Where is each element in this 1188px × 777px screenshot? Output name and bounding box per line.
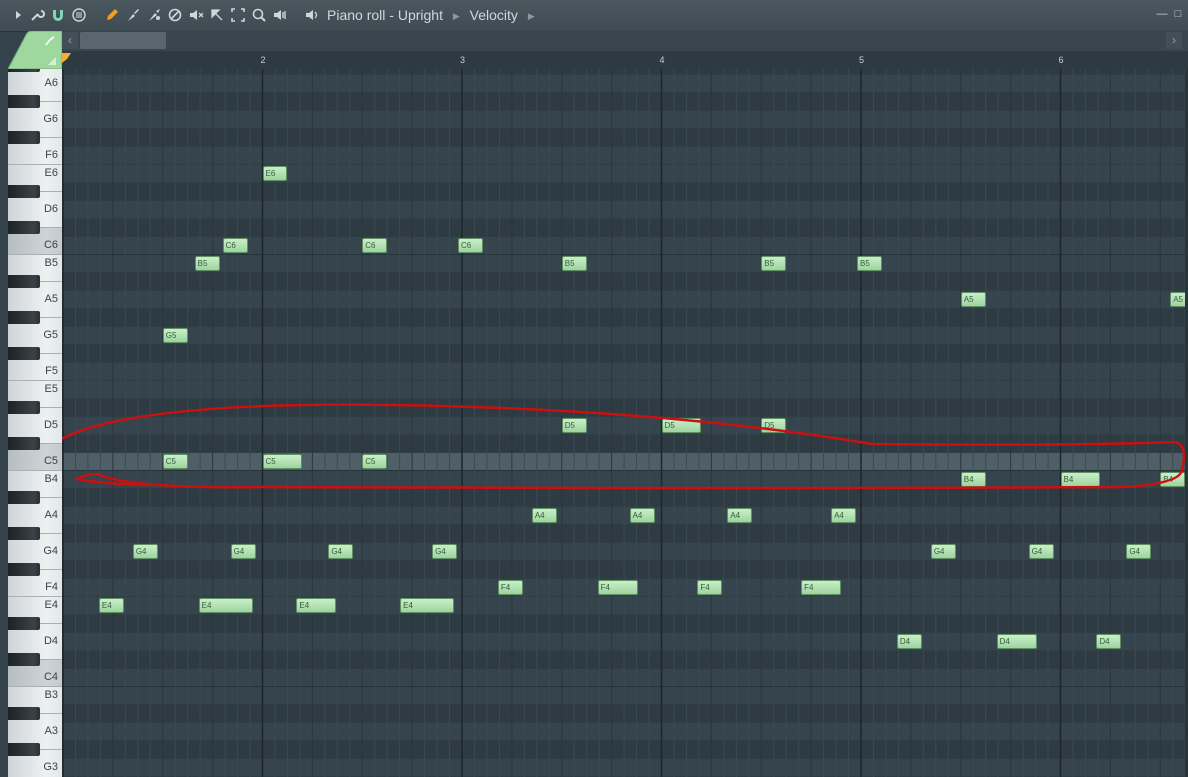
bar-number: 5 <box>859 55 865 65</box>
playhead-marker-icon[interactable] <box>62 53 74 65</box>
black-key[interactable] <box>8 707 40 720</box>
key-label: C4 <box>43 671 58 683</box>
black-key[interactable] <box>8 617 40 630</box>
key-label: E4 <box>44 599 58 611</box>
menu-arrow-icon[interactable] <box>10 7 26 23</box>
black-key[interactable] <box>8 95 40 108</box>
key-label: F6 <box>45 149 58 161</box>
speaker-icon[interactable] <box>304 7 320 23</box>
black-key[interactable] <box>8 743 40 756</box>
time-ruler[interactable]: 2 3 4 5 6 <box>62 51 1188 70</box>
black-key[interactable] <box>8 311 40 324</box>
key-label: E6 <box>44 167 58 179</box>
delete-icon[interactable] <box>167 7 183 23</box>
key-label: C6 <box>43 239 58 251</box>
note-grid[interactable]: E6 C6 C6 C6 B5 B5 B5 B5 A5 A5 G5 D5 D5 D5 C5 C5 C5 B4 B4 B4… <box>62 69 1188 777</box>
zoom-icon[interactable] <box>251 7 267 23</box>
key-label: G5 <box>43 329 58 341</box>
key-label: A5 <box>44 293 58 305</box>
key-label: F5 <box>45 365 58 377</box>
piano-roll-tab[interactable] <box>8 31 62 69</box>
piano-roll-title[interactable]: Piano roll - Upright ▶ Velocity ▶ <box>327 7 541 23</box>
wrench-icon[interactable] <box>29 7 45 23</box>
key-label: D5 <box>43 419 58 431</box>
title-window: Piano roll <box>327 7 386 23</box>
key-label: E5 <box>44 383 58 395</box>
key-label: G4 <box>43 545 58 557</box>
key-label: D4 <box>43 635 58 647</box>
piano-roll-window: Piano roll - Upright ▶ Velocity ▶ — □ ‹ … <box>0 0 1188 777</box>
scroll-left-icon[interactable]: ‹ <box>62 32 78 49</box>
select-icon[interactable] <box>230 7 246 23</box>
scroll-thumb[interactable] <box>80 32 166 49</box>
key-label: F4 <box>45 581 58 593</box>
black-key[interactable] <box>8 69 40 72</box>
black-key[interactable] <box>8 221 40 234</box>
title-instrument[interactable]: Upright <box>398 7 443 23</box>
black-key[interactable] <box>8 401 40 414</box>
key-label: D6 <box>43 203 58 215</box>
key-label: G6 <box>43 113 58 125</box>
key-label: A4 <box>44 509 58 521</box>
paint-icon[interactable] <box>146 7 162 23</box>
brush-icon[interactable] <box>125 7 141 23</box>
black-key[interactable] <box>8 437 40 450</box>
bar-number: 3 <box>460 55 466 65</box>
key-label: G3 <box>43 761 58 773</box>
magnet-icon[interactable] <box>50 7 66 23</box>
target-arrow-icon[interactable]: ▶ <box>528 8 535 24</box>
black-key[interactable] <box>8 527 40 540</box>
playback-icon[interactable] <box>272 7 288 23</box>
horizontal-scrollbar[interactable]: ‹ › <box>62 31 1188 51</box>
bar-number: 6 <box>1058 55 1064 65</box>
black-key[interactable] <box>8 653 40 666</box>
black-key[interactable] <box>8 491 40 504</box>
title-target[interactable]: Velocity <box>470 7 518 23</box>
key-label: B4 <box>44 473 58 485</box>
bar-number: 4 <box>659 55 665 65</box>
breadcrumb-arrow-icon: ▶ <box>452 11 460 22</box>
maximize-icon[interactable]: □ <box>1172 8 1184 20</box>
bar-number: 2 <box>260 55 266 65</box>
black-key[interactable] <box>8 185 40 198</box>
black-key[interactable] <box>8 347 40 360</box>
minimize-icon[interactable]: — <box>1156 8 1168 20</box>
stamp-icon[interactable] <box>71 7 87 23</box>
key-label: B5 <box>44 257 58 269</box>
key-label: A3 <box>44 725 58 737</box>
scroll-right-icon[interactable]: › <box>1166 32 1182 49</box>
red-annotation <box>62 403 1186 490</box>
pencil-icon[interactable] <box>104 7 120 23</box>
mute-icon[interactable] <box>188 7 204 23</box>
black-key[interactable] <box>8 275 40 288</box>
black-key[interactable] <box>8 131 40 144</box>
key-label: A6 <box>44 77 58 89</box>
key-label: C5 <box>43 455 58 467</box>
title-bar: Piano roll - Upright ▶ Velocity ▶ — □ <box>0 0 1188 32</box>
key-label: B3 <box>44 689 58 701</box>
piano-keyboard[interactable]: A6 G6 F6 E6 D6 C6 B5 A5 G5 F5 E5 D5 C5 B4 A4 G4 F4 E4 D4 C4… <box>8 69 63 777</box>
slice-icon[interactable] <box>209 7 225 23</box>
black-key[interactable] <box>8 563 40 576</box>
